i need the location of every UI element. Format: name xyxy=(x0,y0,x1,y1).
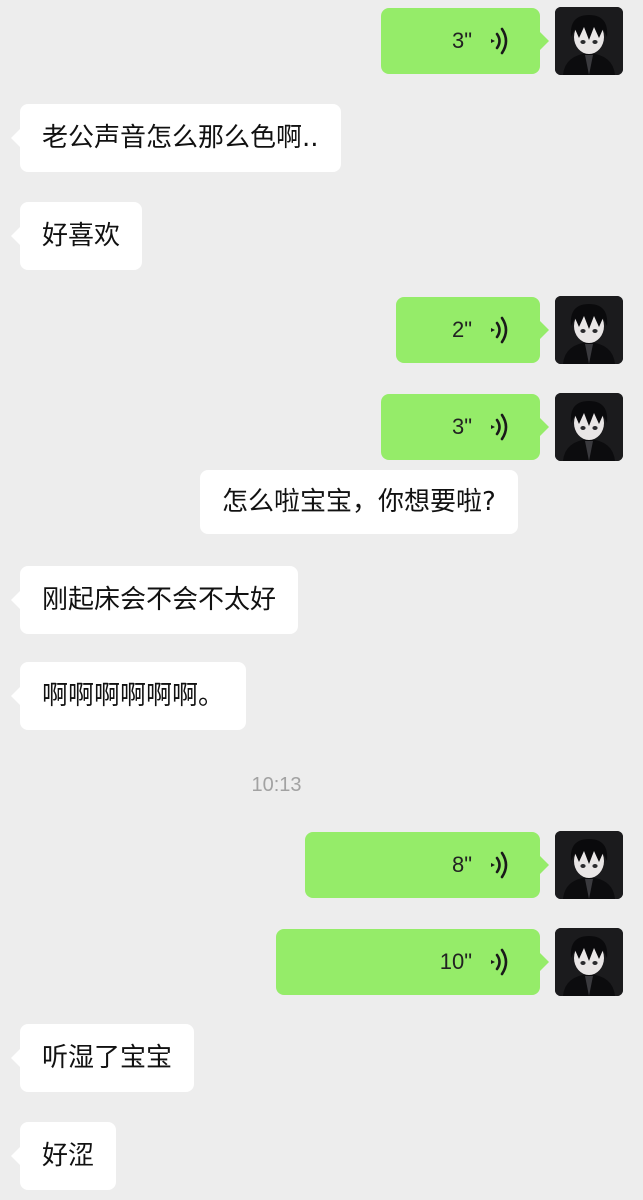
incoming-text-bubble[interactable]: 好喜欢 xyxy=(10,202,143,270)
outgoing-text-bubble[interactable]: 怎么啦宝宝，你想要啦? xyxy=(200,470,518,534)
avatar[interactable] xyxy=(555,393,623,461)
message-text: 怎么啦宝宝，你想要啦? xyxy=(222,487,496,517)
message-text: 刚起床会不会不太好 xyxy=(42,585,277,615)
avatar[interactable] xyxy=(555,831,623,899)
voice-wave-icon xyxy=(491,413,508,441)
voice-message-bubble[interactable]: 10" xyxy=(276,929,549,995)
message-timestamp: 10:13 xyxy=(251,774,302,796)
incoming-text-bubble[interactable]: 好涩 xyxy=(10,1122,117,1190)
voice-wave-icon xyxy=(491,948,508,976)
message-text: 啊啊啊啊啊啊。 xyxy=(42,681,225,711)
incoming-text-bubble[interactable]: 刚起床会不会不太好 xyxy=(10,566,299,634)
message-text: 老公声音怎么那么色啊.. xyxy=(42,123,319,153)
voice-duration: 3" xyxy=(451,414,472,439)
voice-duration: 8" xyxy=(451,852,472,877)
voice-message-bubble[interactable]: 8" xyxy=(305,832,549,898)
message-text: 听湿了宝宝 xyxy=(42,1043,173,1073)
voice-wave-icon xyxy=(491,851,508,879)
anime-boy-avatar xyxy=(555,7,623,75)
voice-duration: 2" xyxy=(451,317,472,342)
voice-wave-icon xyxy=(491,27,508,55)
incoming-text-bubble[interactable]: 听湿了宝宝 xyxy=(10,1024,195,1092)
voice-message-bubble[interactable]: 2" xyxy=(396,297,549,363)
incoming-text-bubble[interactable]: 老公声音怎么那么色啊.. xyxy=(11,104,341,172)
voice-message-bubble[interactable]: 3" xyxy=(381,394,549,460)
anime-boy-avatar xyxy=(555,393,623,461)
incoming-text-bubble[interactable]: 啊啊啊啊啊啊。 xyxy=(10,662,247,730)
anime-boy-avatar xyxy=(555,296,623,364)
chat-area: 3" 老公声音怎么那么色啊.. 好喜欢 2" 3" 怎么啦宝宝，你想要啦? 刚起… xyxy=(0,0,643,1200)
voice-duration: 3" xyxy=(451,28,472,53)
anime-boy-avatar xyxy=(555,831,623,899)
anime-boy-avatar xyxy=(555,928,623,996)
avatar[interactable] xyxy=(555,7,623,75)
voice-duration: 10" xyxy=(439,949,472,974)
message-text: 好涩 xyxy=(42,1141,95,1171)
voice-wave-icon xyxy=(491,316,508,344)
message-text: 好喜欢 xyxy=(42,221,121,251)
avatar[interactable] xyxy=(555,928,623,996)
voice-message-bubble[interactable]: 3" xyxy=(381,8,549,74)
avatar[interactable] xyxy=(555,296,623,364)
